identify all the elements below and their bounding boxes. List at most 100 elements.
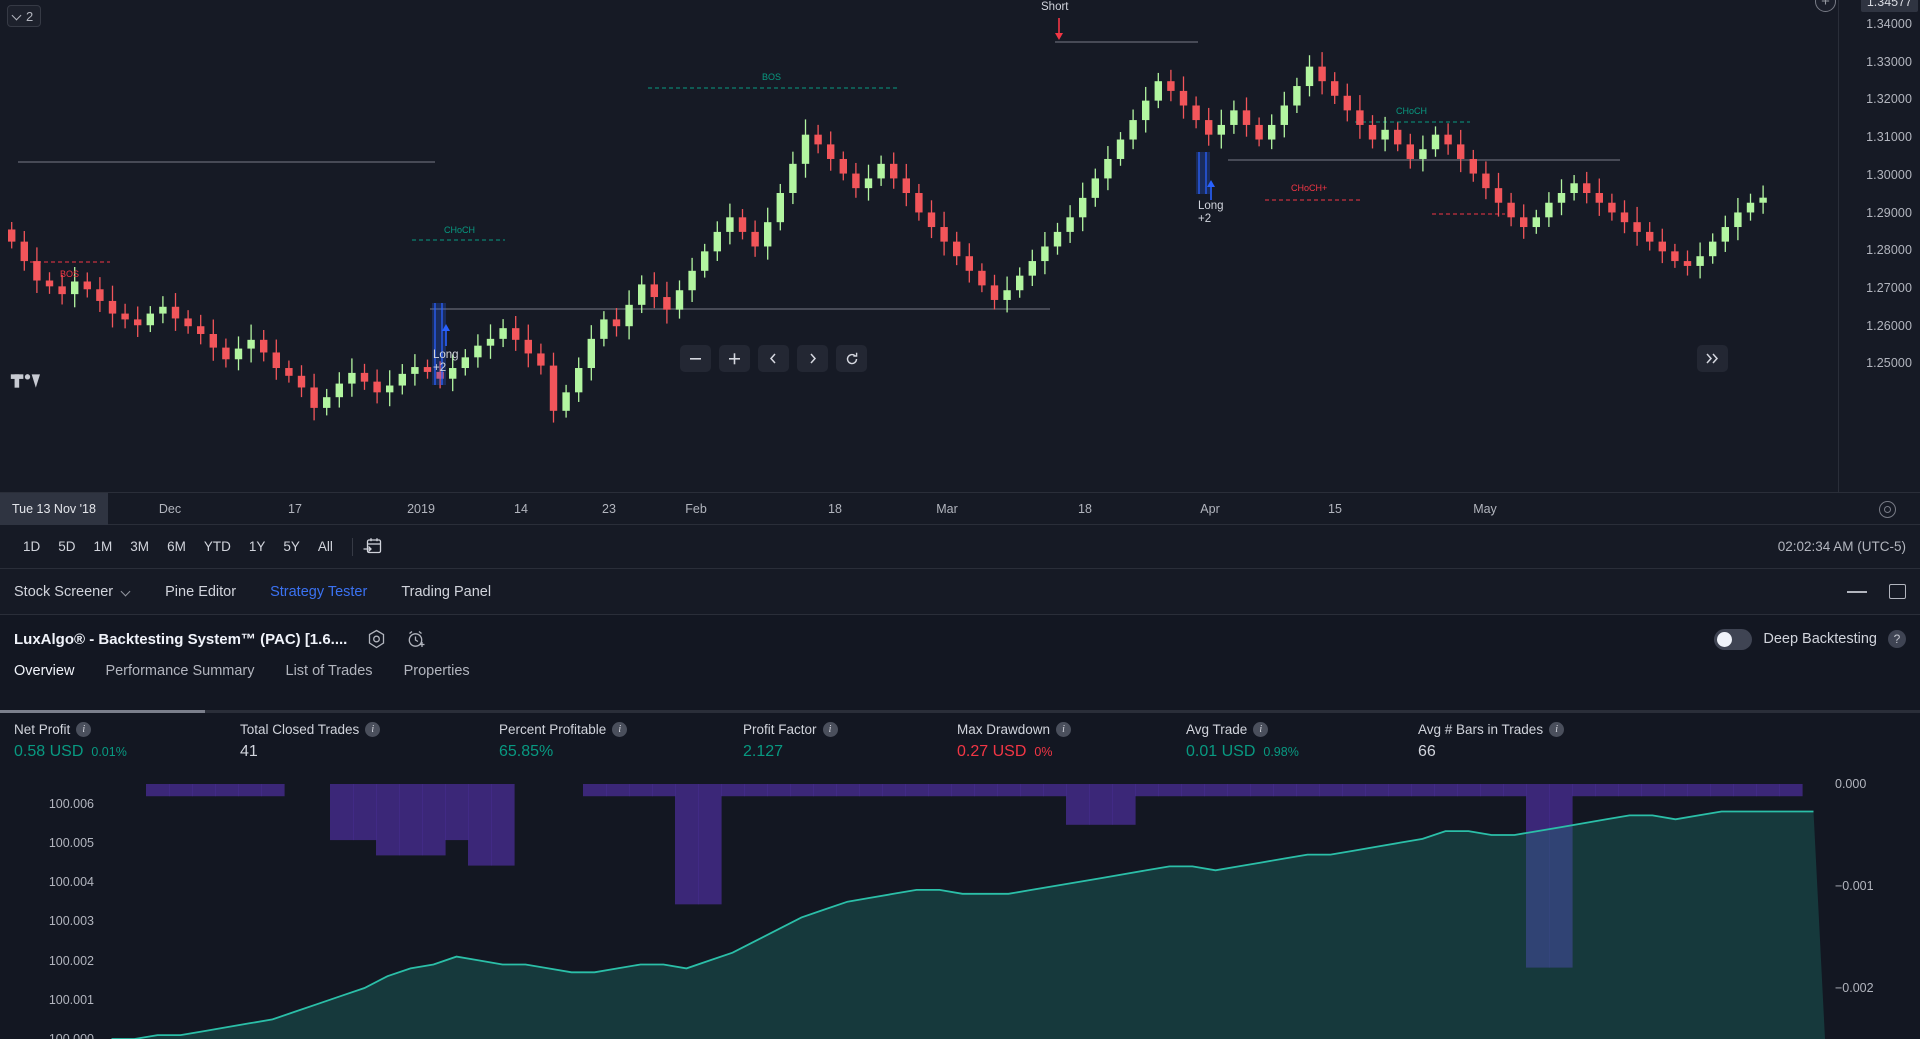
equity-tick: 100.006: [48, 796, 94, 811]
add-alert-icon[interactable]: [406, 629, 427, 650]
timeframe-button-5d[interactable]: 5D: [49, 535, 84, 558]
candle-body: [474, 345, 482, 358]
info-icon[interactable]: i: [822, 722, 838, 737]
bottom-panel-tabs[interactable]: Stock Screener Pine Editor Strategy Tester…: [0, 569, 1920, 615]
drawdown-bar: [652, 784, 676, 797]
panel-window-controls[interactable]: [1847, 584, 1906, 599]
candle-body: [58, 286, 66, 295]
drawdown-bar: [767, 784, 791, 797]
candle-body: [398, 373, 406, 386]
timeframe-button-3m[interactable]: 3M: [121, 535, 158, 558]
candle-body: [625, 304, 633, 327]
candle-body: [335, 383, 343, 398]
scroll-left-button[interactable]: [758, 345, 789, 372]
timeframe-bar[interactable]: 1D 5D 1M 3M 6M YTD 1Y 5Y All 02:02:34 AM (UTC-5): [0, 525, 1920, 569]
visible-bars-count: 2: [26, 8, 34, 24]
reset-chart-button[interactable]: [836, 345, 867, 372]
info-icon[interactable]: i: [1549, 722, 1565, 737]
candle-body: [20, 241, 28, 262]
deep-backtesting-toggle[interactable]: [1714, 628, 1753, 650]
metric-label: Net Profit i: [14, 722, 127, 737]
price-chart-region[interactable]: BOS CHoCH BOS CHoCH CHoCH+ Long +2 Short…: [0, 0, 1920, 492]
drawdown-bar: [1480, 784, 1504, 797]
scroll-right-button[interactable]: [797, 345, 828, 372]
candle-body: [776, 193, 784, 223]
strategy-settings-icon[interactable]: [366, 629, 387, 650]
visible-bars-badge[interactable]: 2: [7, 5, 42, 27]
candle-body: [96, 289, 104, 301]
drawdown-bar: [997, 784, 1021, 797]
timeframe-button-1d[interactable]: 1D: [14, 535, 49, 558]
timeframe-button-5y[interactable]: 5Y: [274, 535, 309, 558]
minimize-panel-icon[interactable]: [1847, 590, 1867, 593]
maximize-panel-icon[interactable]: [1889, 584, 1906, 599]
timeframe-button-1m[interactable]: 1M: [85, 535, 122, 558]
candle-body: [1671, 251, 1679, 262]
drawdown-bar: [1457, 784, 1481, 797]
info-icon[interactable]: i: [612, 722, 628, 737]
candle-body: [1142, 100, 1150, 121]
report-tab-performance-summary[interactable]: Performance Summary: [105, 663, 254, 689]
drawdown-bar: [1756, 784, 1780, 797]
settings-glyph: [369, 629, 385, 648]
drawdown-bar: [169, 784, 193, 797]
timeframe-button-all[interactable]: All: [309, 535, 342, 558]
price-chart-canvas[interactable]: BOS CHoCH BOS CHoCH CHoCH+ Long +2 Short…: [0, 0, 1838, 492]
info-icon[interactable]: i: [76, 722, 92, 737]
candle-body: [1608, 202, 1616, 213]
zoom-out-button[interactable]: [680, 345, 711, 372]
metric-profit-factor: Profit Factor i 2.127: [743, 722, 838, 761]
candle-body: [71, 281, 79, 295]
price-axis[interactable]: + 1.34577 1.34000 1.33000 1.32000 1.31000 1.…: [1815, 0, 1920, 492]
deep-backtesting-control[interactable]: Deep Backtesting ?: [1714, 628, 1906, 650]
info-icon[interactable]: i: [365, 722, 381, 737]
chart-settings-icon[interactable]: [1879, 501, 1896, 518]
candle-body: [1583, 183, 1591, 194]
strategy-title[interactable]: LuxAlgo® - Backtesting System™ (PAC) [1.…: [14, 631, 347, 648]
panel-tab-trading-panel[interactable]: Trading Panel: [401, 584, 491, 600]
info-icon[interactable]: i: [1056, 722, 1072, 737]
candle-body: [814, 134, 822, 145]
calendar-goto-icon[interactable]: [363, 537, 383, 556]
drawdown-bar: [1043, 784, 1067, 797]
candle-body: [134, 319, 142, 326]
chart-navigation-buttons[interactable]: [680, 345, 867, 372]
help-icon[interactable]: ?: [1888, 630, 1906, 648]
scrollbar-thumb[interactable]: [0, 710, 205, 713]
candle-body: [1469, 158, 1477, 174]
choch-plus-label: CHoCH+: [1291, 183, 1328, 193]
candle-body: [159, 306, 167, 314]
tradingview-logo-icon: [10, 374, 40, 388]
info-icon[interactable]: i: [1253, 722, 1269, 737]
timeframe-button-ytd[interactable]: YTD: [195, 535, 240, 558]
drawdown-bar: [1066, 784, 1090, 825]
timeframe-button-6m[interactable]: 6M: [158, 535, 195, 558]
price-tick: 1.29000: [1866, 205, 1912, 220]
timeframe-button-1y[interactable]: 1Y: [240, 535, 275, 558]
candle-body: [1066, 217, 1074, 232]
short-marker-label: Short: [1041, 1, 1069, 13]
candle-body: [1620, 212, 1629, 223]
chevron-down-icon[interactable]: [121, 587, 131, 597]
scroll-to-realtime-button[interactable]: [1697, 345, 1728, 372]
drawdown-bar: [974, 784, 998, 797]
panel-tab-strategy-tester[interactable]: Strategy Tester: [270, 584, 367, 600]
panel-tab-pine-editor[interactable]: Pine Editor: [165, 584, 236, 600]
candle-body: [600, 319, 608, 339]
drawdown-bar: [836, 784, 860, 797]
report-sub-tabs[interactable]: Overview Performance Summary List of Trade…: [0, 663, 1920, 697]
panel-tab-stock-screener[interactable]: Stock Screener: [14, 584, 131, 600]
report-scrollbar[interactable]: [0, 710, 1920, 713]
report-tab-list-of-trades[interactable]: List of Trades: [286, 663, 373, 689]
candle-body: [1545, 202, 1553, 218]
equity-drawdown-chart[interactable]: 100.006 100.005 100.004 100.003 100.002 100.0…: [0, 777, 1920, 1039]
report-tab-properties[interactable]: Properties: [404, 663, 470, 689]
time-axis[interactable]: Dec 17 2019 14 23 Feb 18 Mar 18 Apr 15 May Tue 13 N…: [0, 492, 1920, 525]
candle-body: [1205, 120, 1213, 135]
candle-body: [1746, 202, 1755, 213]
zoom-in-button[interactable]: [719, 345, 750, 372]
drawdown-bar: [1181, 784, 1205, 797]
report-tab-overview[interactable]: Overview: [14, 663, 74, 689]
drawdown-bar: [721, 784, 745, 797]
metric-value: 0.58 USD: [14, 743, 84, 760]
